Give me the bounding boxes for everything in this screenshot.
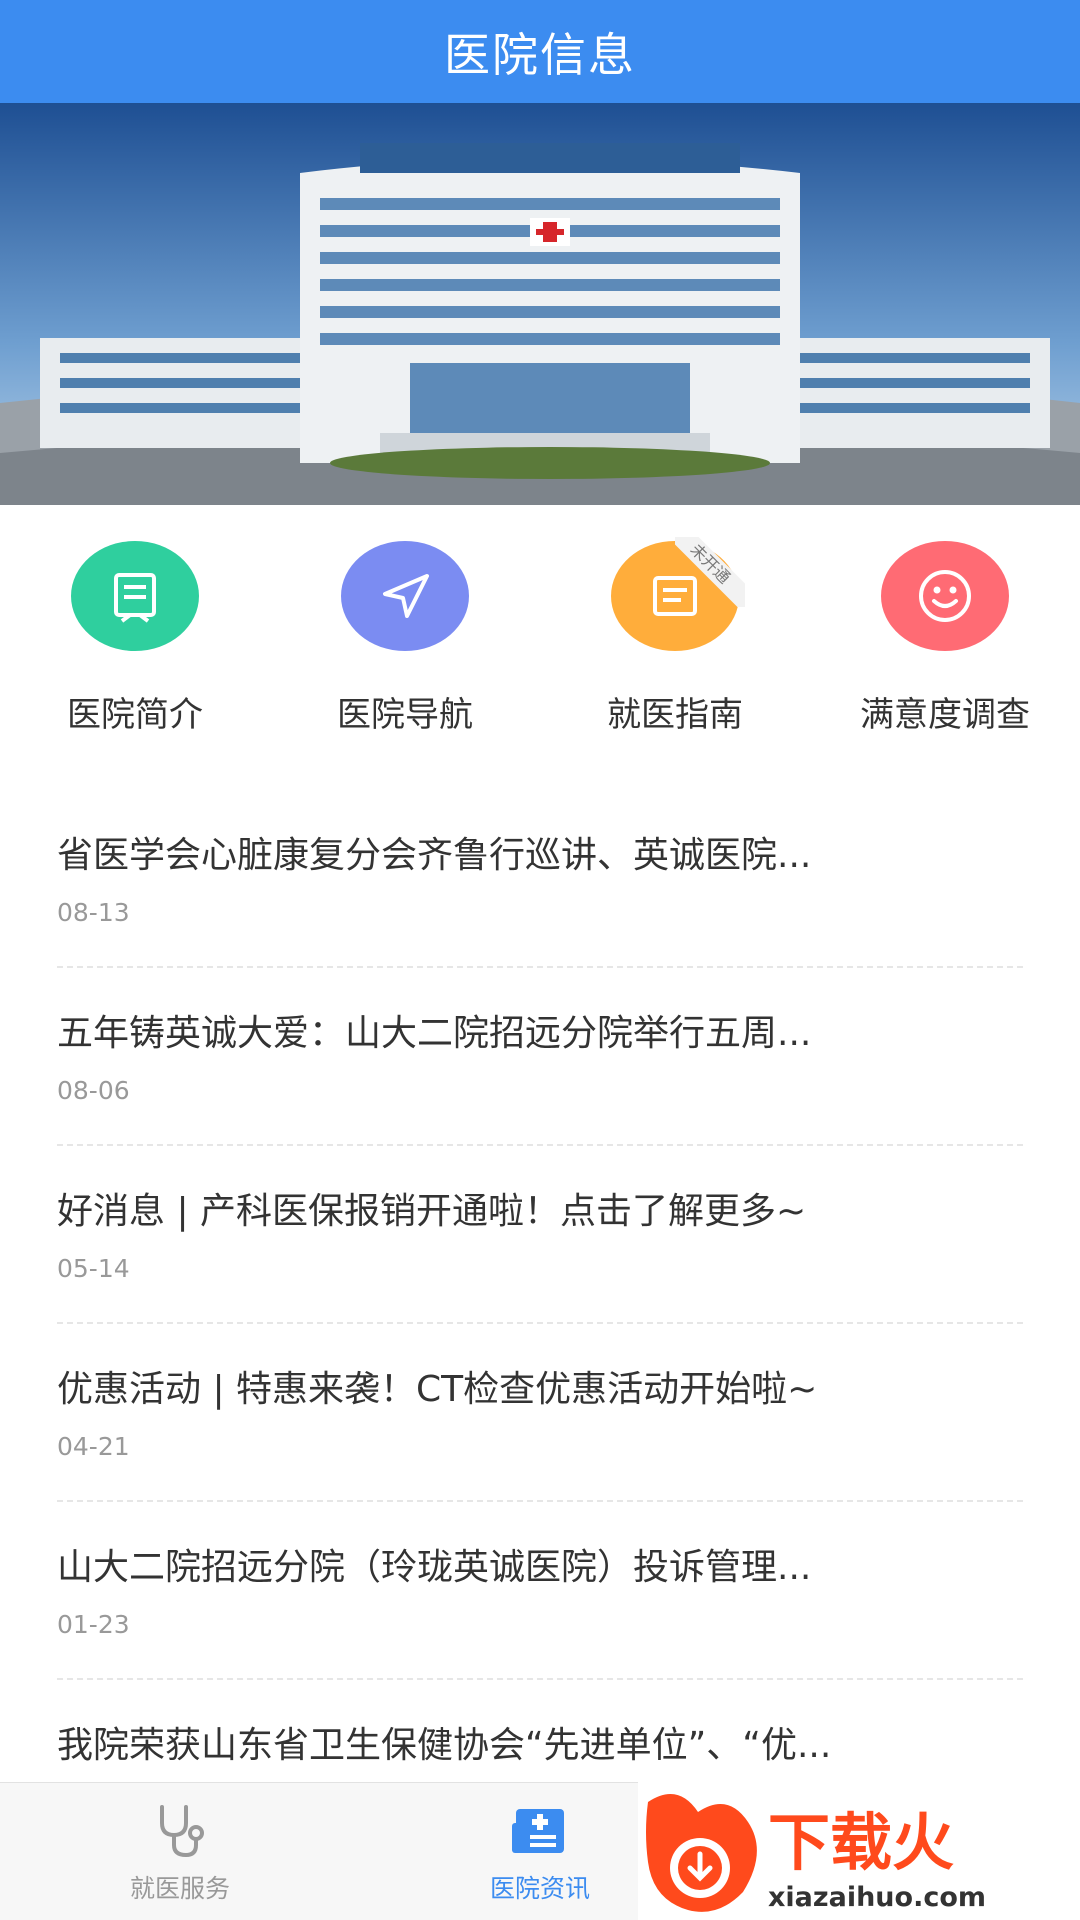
news-title: 山大二院招远分院（玲珑英诚医院）投诉管理...: [57, 1547, 812, 1588]
navigation-arrow-icon: [341, 541, 469, 651]
news-item[interactable]: 好消息 | 产科医保报销开通啦！点击了解更多~ 05-14: [57, 1146, 1023, 1324]
hospital-news-icon: [512, 1809, 564, 1853]
app-header: 医院信息: [0, 0, 1080, 103]
page-title: 医院信息: [444, 27, 636, 82]
news-date: 01-23: [57, 1610, 130, 1639]
watermark-brand: 下载火: [768, 1806, 954, 1879]
tab-label: 就医服务: [129, 1874, 230, 1903]
watermark-url: xiazaihuo.com: [768, 1882, 986, 1913]
quick-link-label: 就医指南: [607, 695, 743, 735]
quick-link-label: 满意度调查: [860, 695, 1030, 735]
news-item[interactable]: 山大二院招远分院（玲珑英诚医院）投诉管理... 01-23: [57, 1502, 1023, 1680]
hospital-banner-image[interactable]: [0, 103, 1080, 505]
news-title: 我院荣获山东省卫生保健协会“先进单位”、“优...: [57, 1725, 832, 1766]
news-list: 省医学会心脏康复分会齐鲁行巡讲、英诚医院... 08-13 五年铸英诚大爱：山大…: [57, 790, 1023, 1858]
news-title: 五年铸英诚大爱：山大二院招远分院举行五周...: [57, 1013, 812, 1054]
hospital-building-illustration: [0, 103, 1080, 505]
news-title: 优惠活动 | 特惠来袭！CT检查优惠活动开始啦~: [57, 1369, 818, 1410]
tab-medical-service[interactable]: 就医服务: [0, 1783, 360, 1920]
news-title: 好消息 | 产科医保报销开通啦！点击了解更多~: [57, 1191, 807, 1232]
not-enabled-ribbon: 未开通: [675, 537, 745, 607]
news-date: 04-21: [57, 1432, 130, 1461]
news-date: 08-13: [57, 898, 130, 927]
quick-link-label: 医院导航: [337, 695, 473, 735]
flame-logo-icon: 下载火 xiazaihuo.com: [646, 1794, 986, 1913]
quick-link-label: 医院简介: [67, 695, 203, 735]
news-item[interactable]: 五年铸英诚大爱：山大二院招远分院举行五周... 08-06: [57, 968, 1023, 1146]
news-date: 05-14: [57, 1254, 130, 1283]
document-icon: [71, 541, 199, 651]
guide-list-icon: 未开通: [611, 537, 745, 651]
news-date: 08-06: [57, 1076, 130, 1105]
quick-link-satisfaction-survey[interactable]: 满意度调查: [810, 541, 1080, 736]
quick-link-medical-guide[interactable]: 未开通 就医指南: [540, 537, 810, 736]
news-title: 省医学会心脏康复分会齐鲁行巡讲、英诚医院...: [57, 835, 812, 876]
ribbon-label: 未开通: [675, 537, 745, 607]
quick-link-hospital-intro[interactable]: 医院简介: [0, 541, 270, 736]
news-item[interactable]: 优惠活动 | 特惠来袭！CT检查优惠活动开始啦~ 04-21: [57, 1324, 1023, 1502]
watermark-logo: 下载火 xiazaihuo.com: [638, 1782, 1080, 1920]
quick-links: 医院简介 医院导航 未开通 就医指南 满意度调查: [0, 505, 1080, 745]
smiley-face-icon: [881, 541, 1009, 651]
quick-link-hospital-navigation[interactable]: 医院导航: [270, 541, 540, 736]
stethoscope-icon: [160, 1805, 204, 1858]
news-item[interactable]: 省医学会心脏康复分会齐鲁行巡讲、英诚医院... 08-13: [57, 790, 1023, 968]
